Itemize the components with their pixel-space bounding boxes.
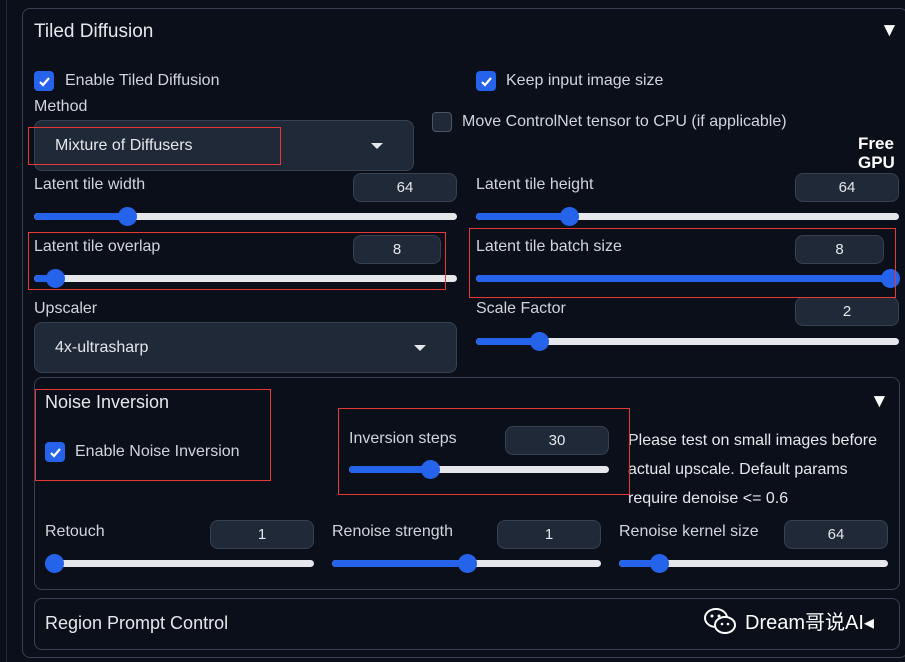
- checkbox-checked-icon: [476, 71, 496, 91]
- note-line-2: actual upscale. Default params: [628, 461, 848, 478]
- region-prompt-title: Region Prompt Control: [45, 613, 229, 633]
- collapse-toggle-icon[interactable]: ▼: [880, 20, 899, 42]
- highlight-box-batch-size: [469, 228, 896, 298]
- slider-fill: [476, 213, 570, 220]
- wechat-icon: [704, 607, 736, 634]
- slider-thumb[interactable]: [457, 554, 477, 573]
- retouch-input[interactable]: 1: [210, 520, 314, 549]
- scale-factor-slider[interactable]: [476, 332, 899, 351]
- latent-tile-width-slider[interactable]: [34, 207, 457, 226]
- renoise-kernel-input[interactable]: 64: [784, 520, 888, 549]
- latent-tile-width-label: Latent tile width: [34, 176, 146, 193]
- enable-tiled-label: Enable Tiled Diffusion: [65, 72, 220, 89]
- slider-fill: [34, 213, 128, 220]
- renoise-kernel-slider[interactable]: [619, 554, 888, 573]
- free-gpu-line1: Free: [858, 134, 894, 153]
- move-controlnet-checkbox[interactable]: Move ControlNet tensor to CPU (if applic…: [432, 112, 787, 132]
- free-gpu-line2: GPU: [858, 153, 895, 172]
- slider-thumb[interactable]: [560, 207, 580, 226]
- upscaler-label: Upscaler: [34, 300, 98, 317]
- chevron-down-icon: [371, 142, 383, 149]
- free-gpu-button[interactable]: Free GPU: [858, 134, 895, 172]
- slider-fill: [332, 560, 467, 567]
- renoise-strength-input[interactable]: 1: [497, 520, 601, 549]
- move-controlnet-label: Move ControlNet tensor to CPU (if applic…: [462, 113, 787, 130]
- keep-input-size-checkbox[interactable]: Keep input image size: [476, 71, 663, 91]
- note-line-3: require denoise <= 0.6: [628, 490, 789, 507]
- renoise-strength-label: Renoise strength: [332, 523, 453, 540]
- collapse-toggle-icon[interactable]: ▼: [870, 391, 889, 413]
- retouch-label: Retouch: [45, 523, 105, 540]
- note-line-1: Please test on small images before: [628, 432, 878, 449]
- renoise-strength-slider[interactable]: [332, 554, 601, 573]
- latent-tile-height-slider[interactable]: [476, 207, 899, 226]
- checkbox-unchecked-icon: [432, 112, 452, 132]
- outer-border-line: [6, 0, 7, 662]
- highlight-box-inversion-steps: [338, 408, 630, 495]
- method-label: Method: [34, 98, 88, 115]
- panel-title: Tiled Diffusion: [34, 21, 154, 42]
- enable-tiled-diffusion-checkbox[interactable]: Enable Tiled Diffusion: [34, 71, 219, 91]
- scale-factor-input[interactable]: 2: [795, 297, 899, 326]
- renoise-kernel-label: Renoise kernel size: [619, 523, 759, 540]
- watermark: Dream哥说AI◂: [703, 606, 874, 635]
- highlight-box-overlap: [28, 232, 446, 290]
- upscaler-dropdown[interactable]: 4x-ultrasharp: [34, 322, 457, 373]
- highlight-box-noise-inversion: [35, 389, 271, 481]
- latent-tile-width-input[interactable]: 64: [353, 173, 457, 202]
- checkbox-checked-icon: [34, 71, 54, 91]
- noise-inversion-note: Please test on small images before actua…: [628, 426, 877, 513]
- chevron-down-icon: [414, 344, 426, 351]
- latent-tile-height-label: Latent tile height: [476, 176, 594, 193]
- slider-thumb[interactable]: [118, 207, 138, 226]
- scale-factor-label: Scale Factor: [476, 300, 566, 317]
- upscaler-value: 4x-ultrasharp: [55, 338, 149, 356]
- latent-tile-height-input[interactable]: 64: [795, 173, 899, 202]
- retouch-slider[interactable]: [45, 554, 314, 573]
- keep-size-label: Keep input image size: [506, 72, 664, 89]
- highlight-box-method: [28, 127, 281, 165]
- watermark-text: Dream哥说AI◂: [745, 612, 874, 634]
- slider-thumb[interactable]: [45, 554, 64, 573]
